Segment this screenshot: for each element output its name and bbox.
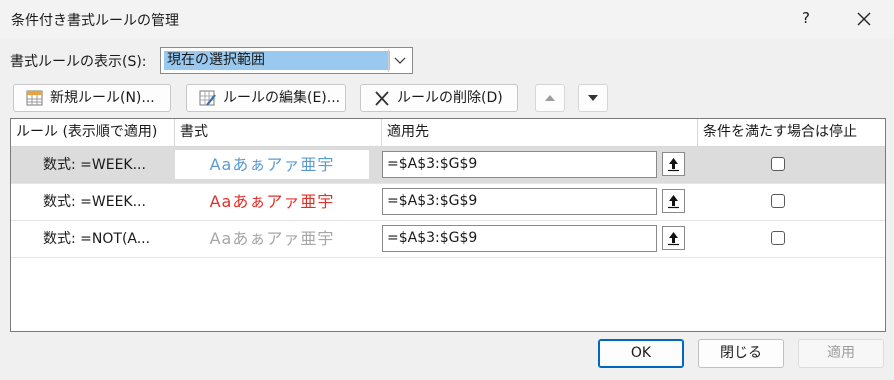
- rules-table: ルール (表示順で適用) 書式 適用先 条件を満たす場合は停止 数式: =WEE…: [10, 118, 886, 332]
- edit-rule-label: ルールの編集(E)...: [223, 90, 341, 106]
- delete-rule-button[interactable]: ルールの削除(D): [360, 84, 518, 112]
- rule-description: 数式: =NOT(A...: [43, 231, 151, 247]
- applies-to-input[interactable]: =$A$3:$G$9: [382, 151, 657, 178]
- table-header: ルール (表示順で適用) 書式 適用先 条件を満たす場合は停止: [11, 119, 885, 147]
- new-rule-button[interactable]: 新規ルール(N)...: [13, 84, 171, 112]
- edit-rule-icon: [199, 90, 217, 107]
- triangle-up-icon: [545, 95, 555, 101]
- table-row[interactable]: 数式: =NOT(A... Aaあぁアァ亜宇 =$A$3:$G$9: [11, 221, 885, 258]
- title-bar: 条件付き書式ルールの管理 ?: [0, 0, 894, 38]
- rule-description: 数式: =WEEK...: [43, 157, 146, 173]
- applies-to-input[interactable]: =$A$3:$G$9: [382, 225, 657, 252]
- format-preview: Aaあぁアァ亜宇: [175, 150, 369, 179]
- show-rules-label: 書式ルールの表示(S):: [10, 54, 147, 70]
- stop-if-true-checkbox[interactable]: [771, 157, 785, 171]
- collapse-dialog-icon: [668, 158, 679, 172]
- header-applies-to[interactable]: 適用先: [382, 119, 698, 146]
- chevron-down-icon[interactable]: [388, 49, 411, 72]
- rule-description: 数式: =WEEK...: [43, 194, 146, 210]
- dialog-window: 条件付き書式ルールの管理 ? 書式ルールの表示(S): 現在の選択範囲 新規ルー…: [0, 0, 894, 380]
- stop-if-true-checkbox[interactable]: [771, 194, 785, 208]
- header-stop-if-true[interactable]: 条件を満たす場合は停止: [698, 119, 885, 146]
- ok-button[interactable]: OK: [598, 339, 684, 368]
- delete-rule-label: ルールの削除(D): [397, 90, 503, 106]
- new-rule-label: 新規ルール(N)...: [50, 90, 155, 106]
- dialog-title: 条件付き書式ルールの管理: [11, 13, 179, 29]
- format-preview: Aaあぁアァ亜宇: [175, 224, 369, 253]
- range-select-button[interactable]: [662, 189, 685, 213]
- move-down-button[interactable]: [578, 84, 608, 112]
- triangle-down-icon: [588, 95, 598, 101]
- close-button[interactable]: 閉じる: [698, 339, 784, 368]
- collapse-dialog-icon: [668, 232, 679, 246]
- show-rules-selected: 現在の選択範囲: [164, 51, 390, 70]
- stop-if-true-checkbox[interactable]: [771, 231, 785, 245]
- move-up-button[interactable]: [535, 84, 565, 112]
- format-preview: Aaあぁアァ亜宇: [175, 187, 369, 216]
- table-row[interactable]: 数式: =WEEK... Aaあぁアァ亜宇 =$A$3:$G$9: [11, 147, 885, 184]
- apply-button[interactable]: 適用: [798, 339, 884, 368]
- close-icon[interactable]: [852, 7, 876, 31]
- collapse-dialog-icon: [668, 195, 679, 209]
- delete-x-icon: [373, 90, 391, 107]
- range-select-button[interactable]: [662, 152, 685, 176]
- help-button[interactable]: ?: [795, 9, 817, 31]
- new-rule-icon: [26, 90, 44, 107]
- header-rule[interactable]: ルール (表示順で適用): [11, 119, 175, 146]
- header-format[interactable]: 書式: [175, 119, 382, 146]
- show-rules-dropdown[interactable]: 現在の選択範囲: [160, 47, 413, 74]
- table-row[interactable]: 数式: =WEEK... Aaあぁアァ亜宇 =$A$3:$G$9: [11, 184, 885, 221]
- edit-rule-button[interactable]: ルールの編集(E)...: [186, 84, 346, 112]
- applies-to-input[interactable]: =$A$3:$G$9: [382, 188, 657, 215]
- range-select-button[interactable]: [662, 226, 685, 250]
